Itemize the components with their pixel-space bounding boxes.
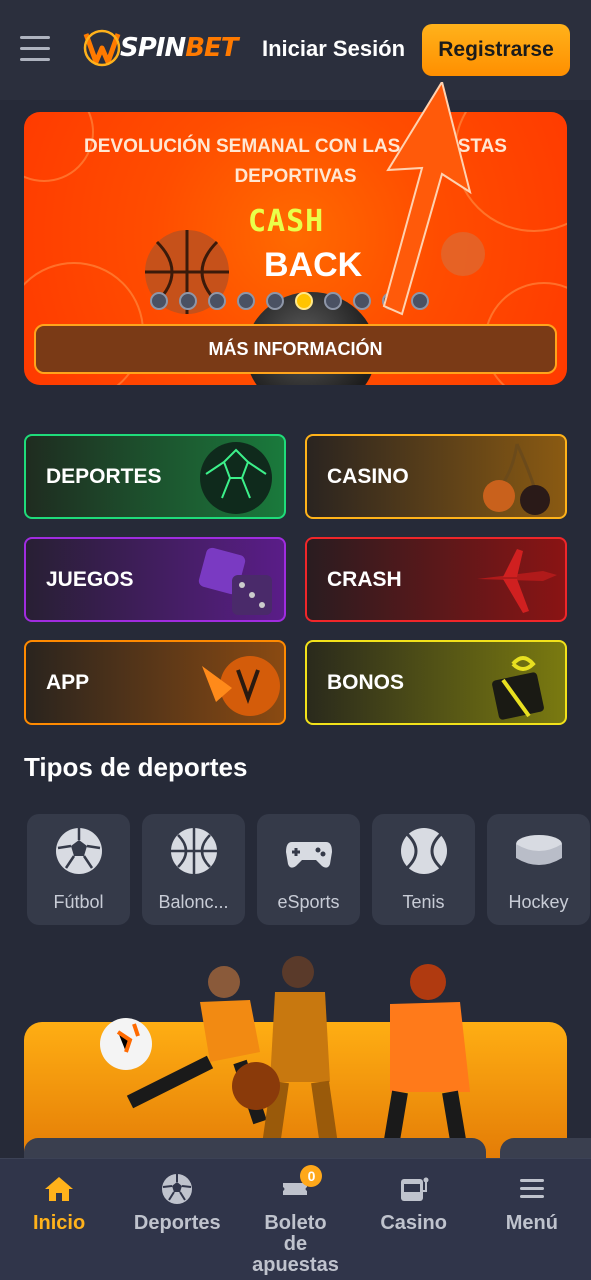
category-tile-juegos[interactable]: JUEGOS (24, 537, 286, 622)
dice-icon (198, 547, 272, 615)
nav-label-line: de (283, 1233, 308, 1255)
nav-label: Inicio (32, 1212, 86, 1234)
hockey-puck-icon (515, 835, 562, 865)
category-tile-app[interactable]: APP (24, 640, 286, 725)
category-tile-crash[interactable]: CRASH (305, 537, 567, 622)
nav-label-line: Boleto (264, 1212, 327, 1234)
sport-item-baloncesto[interactable]: Balonc... (142, 814, 245, 925)
spinbet-logo[interactable]: SPINBET (82, 22, 239, 74)
home-icon (45, 1177, 74, 1201)
carousel-dot[interactable] (150, 292, 168, 310)
tile-label: CRASH (327, 567, 402, 591)
category-tile-bonos[interactable]: BONOS (305, 640, 567, 725)
soccer-ball-icon (55, 828, 102, 874)
carousel-dot[interactable] (324, 292, 342, 310)
carousel-dot[interactable] (266, 292, 284, 310)
sport-item-tenis[interactable]: Tenis (372, 814, 475, 925)
carousel-dot[interactable] (208, 292, 226, 310)
soccer-ball-icon (200, 442, 272, 514)
ball-art-icon (441, 232, 485, 276)
menu-icon (519, 1179, 544, 1198)
gift-box-icon (492, 656, 544, 720)
nav-item-boleto[interactable]: 0 Boleto de apuestas (240, 1159, 350, 1280)
tile-label: APP (46, 670, 90, 694)
cashback-art-text-cash: CASH (248, 204, 325, 239)
promo-carousel-banner[interactable]: DEVOLUCIÓN SEMANAL CON LAS APUESTAS DEPO… (24, 112, 567, 385)
banner-title: DEVOLUCIÓN SEMANAL CON LAS APUESTAS DEPO… (84, 136, 507, 187)
bottom-navigation: Inicio Deportes 0 Boleto de apuestas Cas… (0, 1158, 591, 1280)
nav-item-casino[interactable]: Casino (359, 1159, 469, 1280)
nav-item-deportes[interactable]: Deportes (122, 1159, 232, 1280)
nav-label-line: apuestas (252, 1254, 339, 1276)
basketball-icon (170, 828, 217, 874)
download-app-icon (202, 656, 280, 716)
nav-label: Casino (380, 1212, 447, 1234)
sport-item-hockey[interactable]: Hockey (487, 814, 590, 925)
carousel-dot[interactable] (411, 292, 429, 310)
sport-label: Tenis (402, 892, 445, 912)
sports-types-title: Tipos de deportes (24, 752, 248, 782)
category-tile-deportes[interactable]: DEPORTES (24, 434, 286, 519)
login-button[interactable]: Iniciar Sesión (262, 36, 405, 62)
tile-label: CASINO (327, 464, 409, 488)
airplane-icon (477, 549, 557, 613)
sport-label: eSports (277, 892, 340, 912)
carousel-dot[interactable] (353, 292, 371, 310)
nav-item-inicio[interactable]: Inicio (4, 1159, 114, 1280)
carousel-dot[interactable] (237, 292, 255, 310)
hamburger-menu-icon[interactable] (20, 36, 50, 62)
athletes-illustration (100, 956, 470, 1154)
sport-item-esports[interactable]: eSports (257, 814, 360, 925)
cherries-icon (483, 443, 550, 515)
spinbet-logo-text: SPINBET (120, 33, 239, 63)
tennis-ball-icon (400, 828, 447, 874)
nav-label: Menú (505, 1212, 558, 1234)
gamepad-icon (285, 842, 332, 868)
carousel-dot[interactable] (382, 292, 400, 310)
tile-label: BONOS (327, 670, 405, 694)
sports-types-list: Fútbol Balonc... eSports Tenis Hockey (27, 814, 590, 925)
carousel-dot-active[interactable] (295, 292, 313, 310)
tile-label: DEPORTES (46, 464, 162, 488)
sport-label: Hockey (508, 892, 569, 912)
top-header: SPINBET Iniciar Sesión Registrarse (0, 0, 591, 100)
nav-label: Deportes (133, 1212, 221, 1234)
tile-label: JUEGOS (46, 567, 134, 591)
spinbet-logo-mark (83, 29, 121, 67)
nav-item-menu[interactable]: Menú (477, 1159, 587, 1280)
register-button[interactable]: Registrarse (422, 24, 570, 76)
more-info-button[interactable]: MÁS INFORMACIÓN (34, 324, 557, 374)
carousel-dot[interactable] (179, 292, 197, 310)
betslip-count-badge: 0 (300, 1165, 323, 1187)
carousel-dots (150, 292, 429, 310)
sport-label: Fútbol (53, 892, 104, 912)
cashback-art-text-back: BACK (264, 246, 363, 284)
category-tile-casino[interactable]: CASINO (305, 434, 567, 519)
sport-label: Balonc... (158, 892, 229, 912)
slot-machine-icon (400, 1177, 429, 1201)
soccer-ball-icon (162, 1174, 193, 1204)
sport-item-futbol[interactable]: Fútbol (27, 814, 130, 925)
